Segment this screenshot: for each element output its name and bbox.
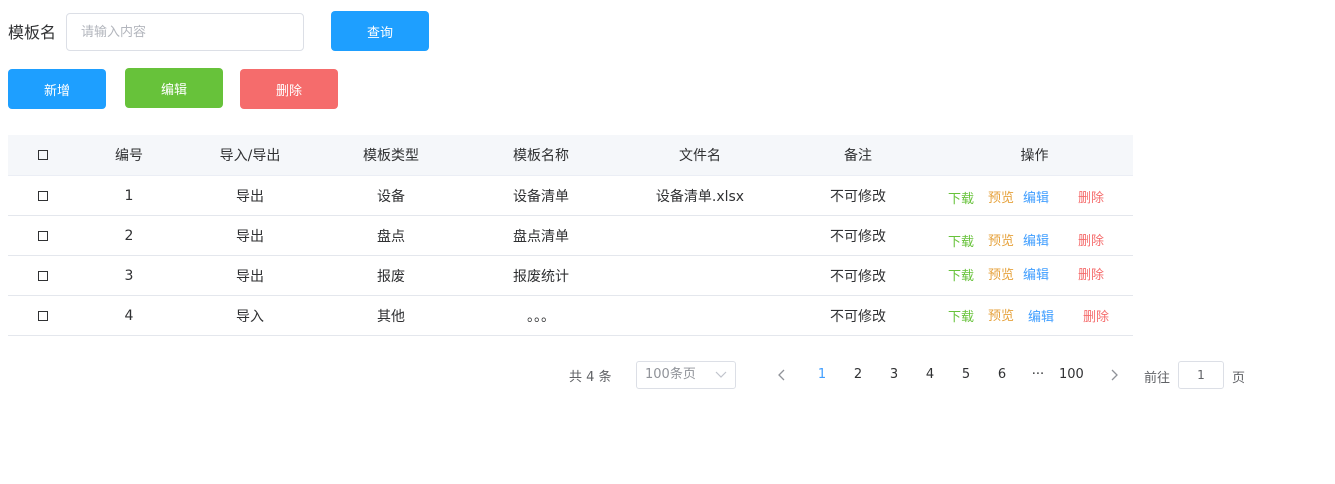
row-no: 1 <box>124 187 134 204</box>
preview-link[interactable]: 预览 <box>988 187 1014 206</box>
page-ellipsis[interactable]: ··· <box>1028 362 1048 388</box>
row-ops: 下载 预览 编辑 删除 <box>936 176 1133 215</box>
checkbox-icon[interactable] <box>38 310 48 321</box>
checkbox-icon[interactable] <box>38 150 48 160</box>
row-name: 盘点清单 <box>513 228 569 245</box>
checkbox-icon[interactable] <box>38 190 48 201</box>
page-suffix: 页 <box>1232 371 1246 386</box>
row-io: 导出 <box>236 228 264 245</box>
row-note: 不可修改 <box>830 308 886 325</box>
header-file: 文件名 <box>679 148 721 164</box>
row-type: 盘点 <box>377 228 405 245</box>
delete-link[interactable]: 删除 <box>1083 306 1109 325</box>
row-ops: 下载 预览 编辑 删除 <box>936 296 1133 335</box>
delete-button[interactable]: 删除 <box>240 69 338 109</box>
page-item[interactable]: 2 <box>848 362 868 388</box>
goto-label: 前往 <box>1144 371 1171 386</box>
row-note: 不可修改 <box>830 228 886 245</box>
row-name: 。。。 <box>527 308 555 325</box>
query-button[interactable]: 查询 <box>331 11 429 51</box>
row-select-cell[interactable] <box>8 176 78 215</box>
row-no: 3 <box>124 267 134 284</box>
row-ops: 下载 预览 编辑 删除 <box>936 216 1133 255</box>
row-file: 设备清单.xlsx <box>655 188 745 205</box>
header-ops: 操作 <box>1020 148 1049 164</box>
row-note: 不可修改 <box>830 188 886 205</box>
table-row: 3 导出 报废 报废统计 不可修改 下载 预览 编辑 删除 <box>8 256 1133 296</box>
checkbox-icon[interactable] <box>38 270 48 281</box>
row-no: 4 <box>124 307 134 324</box>
row-file <box>620 296 780 335</box>
template-name-input[interactable] <box>66 13 304 51</box>
edit-link[interactable]: 编辑 <box>1028 306 1054 325</box>
page-item[interactable]: 1 <box>812 362 832 388</box>
preview-link[interactable]: 预览 <box>988 230 1014 249</box>
row-type: 其他 <box>377 308 405 325</box>
row-io: 导出 <box>236 188 264 205</box>
pagination-total: 共 4 条 <box>569 370 612 385</box>
delete-link[interactable]: 删除 <box>1078 230 1104 249</box>
page-item[interactable]: 4 <box>920 362 940 388</box>
download-link[interactable]: 下载 <box>948 231 974 250</box>
page-size-value: 100条页 <box>645 367 696 382</box>
download-link[interactable]: 下载 <box>948 306 974 325</box>
page-item[interactable]: 100 <box>1059 362 1084 388</box>
template-name-label: 模板名 <box>8 23 57 42</box>
edit-link[interactable]: 编辑 <box>1023 264 1049 283</box>
checkbox-icon[interactable] <box>38 230 48 241</box>
chevron-down-icon <box>715 362 727 398</box>
row-no: 2 <box>124 227 134 244</box>
edit-link[interactable]: 编辑 <box>1023 230 1049 249</box>
table-row: 4 导入 其他 。。。 不可修改 下载 预览 编辑 删除 <box>8 296 1133 336</box>
download-link[interactable]: 下载 <box>948 265 974 284</box>
row-io: 导出 <box>236 268 264 285</box>
row-select-cell[interactable] <box>8 256 78 295</box>
row-name: 设备清单 <box>513 188 569 205</box>
select-all-cell[interactable] <box>8 135 78 175</box>
delete-link[interactable]: 删除 <box>1078 264 1104 283</box>
table-row: 1 导出 设备 设备清单 设备清单.xlsx 不可修改 下载 预览 编辑 删除 <box>8 176 1133 216</box>
header-name: 模板名称 <box>513 148 569 164</box>
row-type: 设备 <box>377 188 405 205</box>
table-row: 2 导出 盘点 盘点清单 不可修改 下载 预览 编辑 删除 <box>8 216 1133 256</box>
header-io: 导入/导出 <box>219 148 281 164</box>
row-name: 报废统计 <box>513 268 569 285</box>
row-ops: 下载 预览 编辑 删除 <box>936 256 1133 295</box>
page-item[interactable]: 6 <box>992 362 1012 388</box>
download-link[interactable]: 下载 <box>948 188 974 207</box>
template-table: 编号 导入/导出 模板类型 模板名称 文件名 备注 操作 1 导出 设备 设备清… <box>8 135 1133 336</box>
row-note: 不可修改 <box>830 268 886 285</box>
page-size-select[interactable]: 100条页 <box>636 361 736 389</box>
table-header: 编号 导入/导出 模板类型 模板名称 文件名 备注 操作 <box>8 135 1133 176</box>
header-type: 模板类型 <box>363 148 419 164</box>
row-select-cell[interactable] <box>8 296 78 335</box>
row-file <box>620 216 780 255</box>
goto-page-input[interactable] <box>1178 361 1224 389</box>
chevron-left-icon[interactable] <box>772 362 792 388</box>
chevron-right-icon[interactable] <box>1104 362 1124 388</box>
header-note: 备注 <box>844 148 872 164</box>
page-item[interactable]: 3 <box>884 362 904 388</box>
delete-link[interactable]: 删除 <box>1078 187 1104 206</box>
edit-link[interactable]: 编辑 <box>1023 187 1049 206</box>
edit-button[interactable]: 编辑 <box>125 68 223 108</box>
row-file <box>620 256 780 295</box>
row-type: 报废 <box>377 268 405 285</box>
row-select-cell[interactable] <box>8 216 78 255</box>
add-button[interactable]: 新增 <box>8 69 106 109</box>
header-no: 编号 <box>115 148 143 164</box>
preview-link[interactable]: 预览 <box>988 305 1014 324</box>
page-item[interactable]: 5 <box>956 362 976 388</box>
row-io: 导入 <box>236 308 264 325</box>
preview-link[interactable]: 预览 <box>988 264 1014 283</box>
